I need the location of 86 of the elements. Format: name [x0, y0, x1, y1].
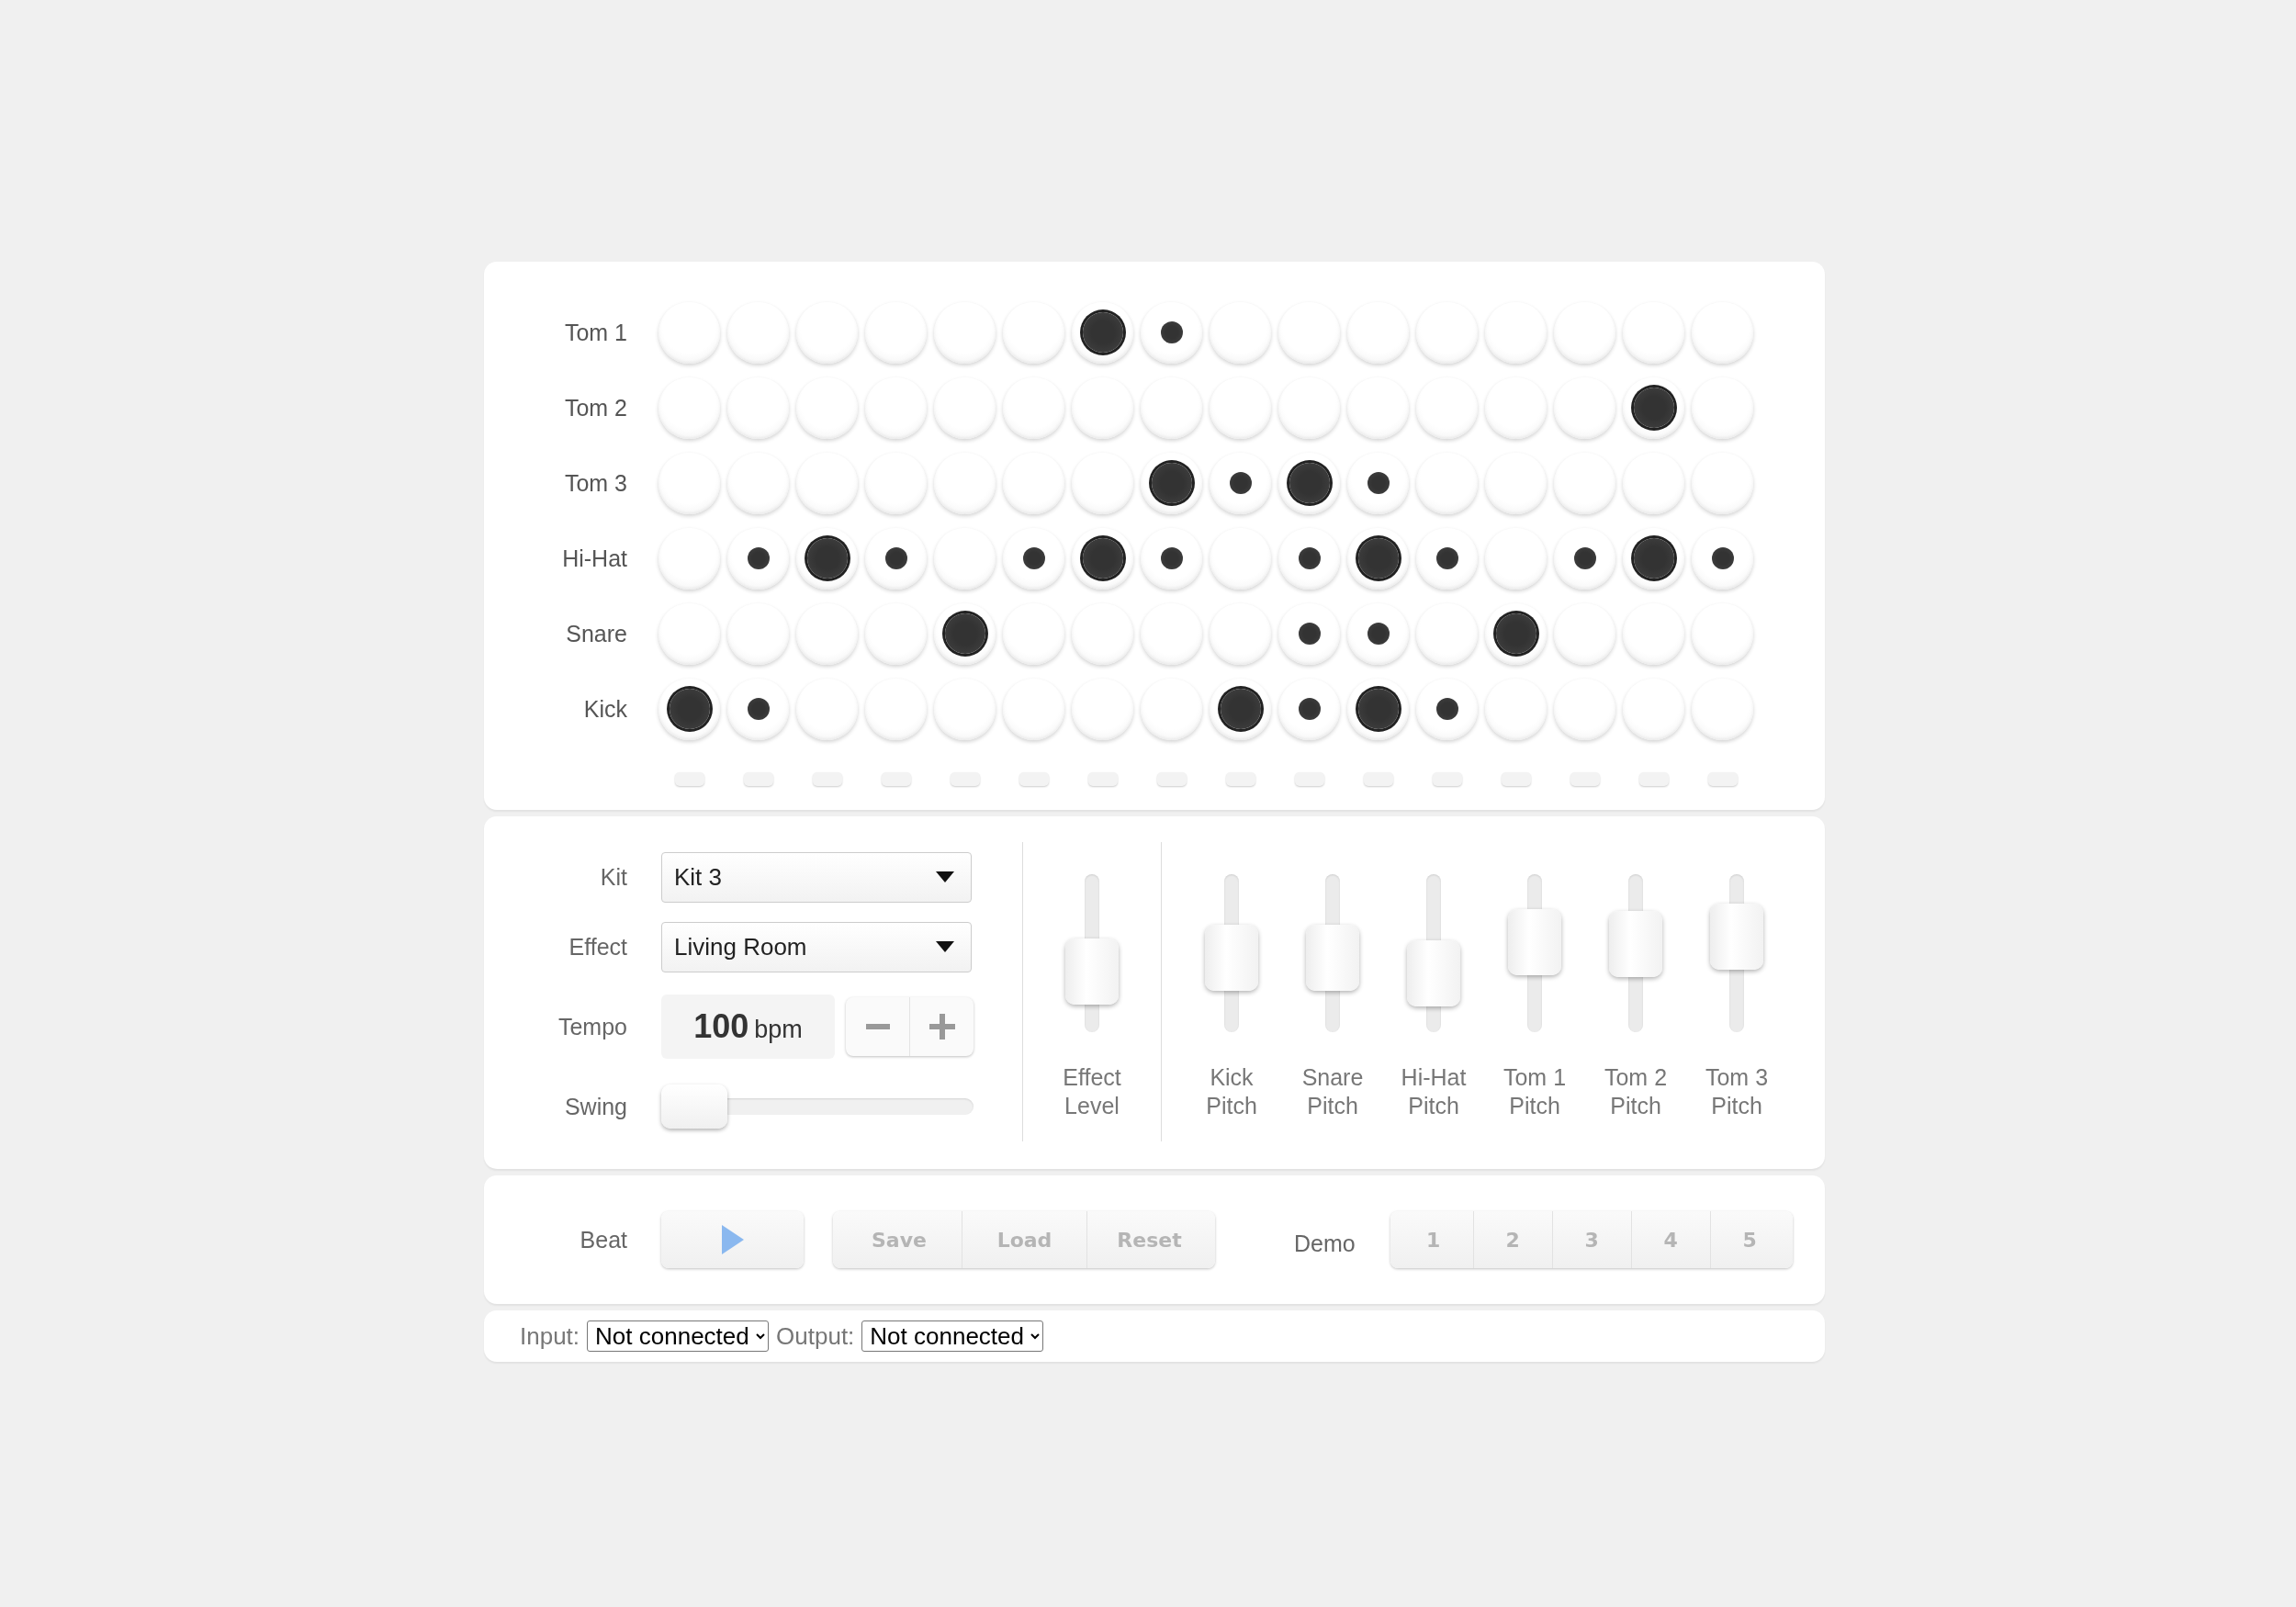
step-pad[interactable]: [934, 602, 996, 665]
step-pad[interactable]: [1141, 301, 1202, 364]
track-label: Tom 2: [563, 394, 627, 421]
demo-button[interactable]: 2: [1472, 1211, 1552, 1268]
track-label: Tom 1: [563, 319, 627, 346]
play-button[interactable]: [661, 1211, 804, 1268]
step-pad[interactable]: [796, 527, 858, 590]
vertical-slider[interactable]: [1508, 874, 1561, 1032]
demo-label: Demo: [1294, 1230, 1356, 1257]
step-pad[interactable]: [1278, 527, 1340, 590]
tempo-unit: bpm: [754, 1015, 803, 1044]
action-button[interactable]: Load: [962, 1211, 1086, 1268]
demo-button[interactable]: 5: [1709, 1211, 1789, 1268]
vertical-slider[interactable]: [1306, 874, 1359, 1032]
step-pad[interactable]: [1347, 678, 1409, 740]
effect-dropdown[interactable]: Living Room: [661, 921, 972, 972]
demo-button[interactable]: 4: [1630, 1211, 1710, 1268]
step-pad[interactable]: [1347, 527, 1409, 590]
step-pad[interactable]: [1554, 527, 1615, 590]
kit-dropdown[interactable]: Kit 3: [661, 851, 972, 903]
step-pad[interactable]: [1416, 678, 1478, 740]
step-pad[interactable]: [1347, 602, 1409, 665]
fader-label: Tom 3 Pitch: [1704, 1063, 1770, 1120]
caret-icon: [936, 871, 954, 882]
step-pad[interactable]: [1347, 452, 1409, 514]
fader-label: Kick Pitch: [1205, 1063, 1258, 1120]
input-label: Input:: [520, 1321, 580, 1351]
step-pad[interactable]: [1210, 452, 1271, 514]
fader-label: Tom 2 Pitch: [1603, 1063, 1669, 1120]
fader-thumb[interactable]: [1710, 904, 1763, 970]
step-pad[interactable]: [1278, 602, 1340, 665]
vertical-slider[interactable]: [1205, 874, 1258, 1032]
track-label: Tom 3: [563, 469, 627, 497]
fader-label: Hi-Hat Pitch: [1400, 1063, 1468, 1120]
step-pad[interactable]: [1623, 527, 1684, 590]
field-label: Swing: [563, 1093, 627, 1120]
step-pad[interactable]: [1692, 527, 1753, 590]
fader-label: Snare Pitch: [1300, 1063, 1365, 1120]
vertical-slider[interactable]: [1609, 874, 1662, 1032]
step-pad[interactable]: [1072, 301, 1133, 364]
step-pad[interactable]: [1141, 527, 1202, 590]
step-pad[interactable]: [658, 678, 720, 740]
field-label: Tempo: [557, 1013, 627, 1040]
action-button[interactable]: Save: [837, 1211, 962, 1268]
step-pad[interactable]: [727, 527, 789, 590]
fader-thumb[interactable]: [1508, 909, 1561, 975]
tempo-value: 100: [693, 1007, 749, 1046]
step-pad[interactable]: [1623, 376, 1684, 439]
field-label: Effect: [568, 933, 627, 961]
demo-button[interactable]: 1: [1393, 1211, 1473, 1268]
swing-slider-thumb[interactable]: [661, 1084, 727, 1129]
step-pad[interactable]: [1141, 452, 1202, 514]
vertical-slider[interactable]: [1710, 874, 1763, 1032]
step-pad[interactable]: [1485, 602, 1547, 665]
step-pad[interactable]: [1416, 527, 1478, 590]
step-pad[interactable]: [1072, 527, 1133, 590]
output-label: Output:: [776, 1321, 855, 1351]
fader-label: Effect Level: [1062, 1063, 1122, 1120]
vertical-slider[interactable]: [1065, 874, 1119, 1032]
step-pad[interactable]: [727, 678, 789, 740]
fader-thumb[interactable]: [1205, 925, 1258, 991]
minus-icon: [865, 1024, 890, 1029]
demo-button[interactable]: 3: [1551, 1211, 1631, 1268]
swing-slider[interactable]: [661, 1084, 974, 1129]
play-icon: [721, 1225, 744, 1254]
fader-thumb[interactable]: [1407, 940, 1460, 1006]
vertical-slider[interactable]: [1407, 874, 1460, 1032]
step-pad[interactable]: [1003, 527, 1064, 590]
caret-icon: [936, 941, 954, 952]
output-select[interactable]: Not connected: [861, 1320, 1044, 1352]
step-pad[interactable]: [1278, 678, 1340, 740]
track-label: Hi-Hat: [561, 545, 627, 572]
step-pad[interactable]: [865, 527, 927, 590]
plus-icon: [929, 1014, 955, 1039]
action-button[interactable]: Reset: [1086, 1211, 1211, 1268]
field-label: Kit: [599, 863, 627, 891]
fader-thumb[interactable]: [1306, 925, 1359, 991]
step-pad[interactable]: [1210, 678, 1271, 740]
track-label: Kick: [582, 695, 627, 723]
fader-thumb[interactable]: [1609, 911, 1662, 977]
field-label: Beat: [579, 1226, 627, 1253]
step-pad[interactable]: [1278, 452, 1340, 514]
fader-thumb[interactable]: [1065, 938, 1119, 1005]
track-label: Snare: [565, 620, 627, 647]
fader-label: Tom 1 Pitch: [1502, 1063, 1568, 1120]
input-select[interactable]: Not connected: [587, 1320, 770, 1352]
